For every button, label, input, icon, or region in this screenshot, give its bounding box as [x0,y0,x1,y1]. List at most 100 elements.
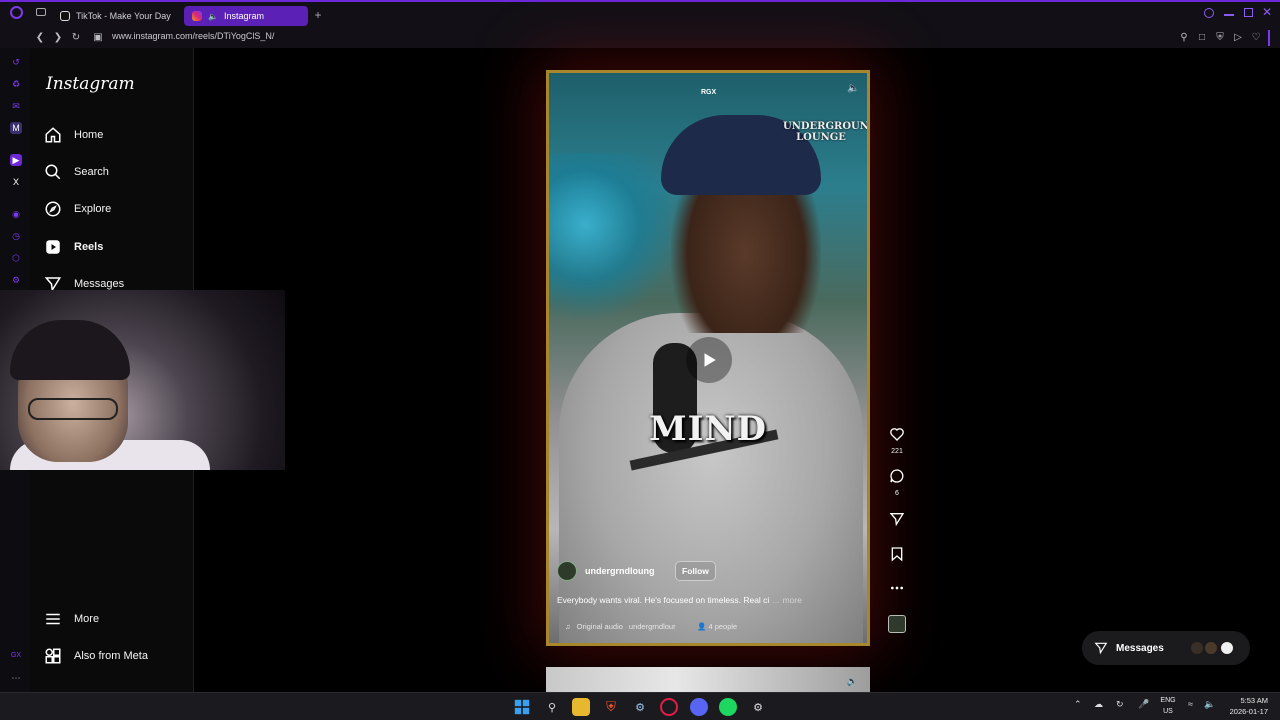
tagged-people[interactable]: 👤 4 people [697,622,737,631]
messages-label: Messages [1116,642,1164,654]
cloud-icon[interactable]: ☁ [1094,699,1103,710]
sidebar-toggle-icon[interactable] [1268,30,1270,46]
meta-grid-icon [45,648,61,664]
clock-icon[interactable]: ◷ [10,230,22,242]
twitch-icon[interactable]: ▶ [10,154,22,166]
history-icon[interactable]: ↺ [10,56,22,68]
forward-icon[interactable]: ❯ [52,32,64,44]
tab-tiktok[interactable]: TikTok - Make Your Day [52,6,180,26]
speaker-icon[interactable]: 🔈 [208,12,218,21]
tab-instagram[interactable]: 🔈 Instagram [184,6,308,26]
audio-label: Original audio [576,622,623,631]
volume-icon[interactable]: 🔈 [847,83,859,95]
audio-link[interactable]: ♫ Original audio undergrndlour [565,622,676,631]
pin-icon[interactable]: ⚲ [1178,32,1190,44]
system-clock[interactable]: 5:53 AM 2026-01-17 [1222,695,1268,717]
nav-explore[interactable]: Explore [44,196,184,222]
steam-icon[interactable]: ⚙ [631,698,649,716]
shield-icon[interactable]: ⛨ [1214,32,1226,44]
shopping-icon[interactable]: ♻ [10,78,22,90]
chevron-up-icon[interactable]: ⌃ [1074,699,1082,710]
music-note-icon: ♫ [565,622,571,631]
discord-icon[interactable] [690,698,708,716]
address-bar: ❮ ❯ ↻ ▣ www.instagram.com/reels/DTiYogCl… [0,28,1280,48]
settings-icon[interactable]: ⚙ [10,274,22,286]
microphone-icon[interactable]: 🎤 [1138,699,1149,710]
channel-logo: UNDERGROUND LOUNGE [783,121,870,143]
nav-label: Search [74,166,109,178]
comment-button[interactable]: 6 [886,468,908,497]
windows-taskbar: ⚲ ⛨ ⚙ ⚙ ⌃ ☁ ↻ 🎤 ENG US ≈ 🔈 5:53 AM 2026-… [0,692,1280,720]
person-icon: 👤 [697,622,707,631]
app-icon[interactable]: ⚙ [749,698,767,716]
nav-reels[interactable]: Reels [44,234,184,260]
volume-icon[interactable]: 🔈 [847,676,858,687]
caption-more-link[interactable]: … more [772,595,802,605]
nav-more[interactable]: More [44,606,184,632]
brave-icon[interactable]: ⛨ [602,698,620,716]
gx-icon[interactable]: GX [10,650,22,662]
nav-home[interactable]: Home [44,122,184,148]
search-tabs-icon[interactable] [1204,8,1214,18]
like-count: 221 [891,448,903,455]
nav-label: More [74,613,100,625]
spotify-icon[interactable] [719,698,737,716]
webcam-glasses [28,398,118,420]
restore-icon[interactable] [1244,8,1253,17]
x-icon[interactable]: X [10,176,22,188]
more-dots-icon[interactable]: ⋯ [10,672,22,684]
language-indicator[interactable]: ENG US [1158,695,1178,717]
reel-caption[interactable]: Everybody wants viral. He's focused on t… [557,595,857,605]
browser-tab-bar: TikTok - Make Your Day 🔈 Instagram + ✕ [0,0,1280,28]
reel-watermark: RGX [701,89,717,96]
background-plant [549,153,669,333]
close-icon[interactable]: ✕ [1262,5,1272,19]
messenger-icon[interactable]: M [10,122,22,134]
file-explorer-icon[interactable] [572,698,590,716]
reels-icon [46,240,60,254]
wifi-icon[interactable]: ≈ [1188,699,1193,709]
comment-count: 6 [895,490,899,497]
minimize-icon[interactable] [1224,14,1234,16]
share-button[interactable] [886,511,908,532]
player-icon[interactable]: ◉ [10,208,22,220]
play-icon[interactable]: ▷ [1232,32,1244,44]
heart-icon[interactable]: ♡ [1250,32,1262,44]
nav-label: Also from Meta [74,650,148,662]
nav-also-from-meta[interactable]: Also from Meta [44,643,184,669]
back-icon[interactable]: ❮ [34,32,46,44]
reload-icon[interactable]: ↻ [70,32,82,44]
like-button[interactable]: 221 [886,426,908,455]
search-icon[interactable]: ⚲ [543,698,561,716]
lock-icon: ▣ [93,32,103,43]
menu-icon [46,613,60,625]
windows-start-icon[interactable] [513,698,531,716]
follow-button[interactable]: Follow [675,561,716,581]
audio-thumbnail[interactable] [888,615,906,633]
chat-icon[interactable]: ✉ [10,100,22,112]
more-horizontal-icon [891,586,903,590]
messages-button[interactable]: Messages [1082,631,1250,665]
cube-icon[interactable]: ⬡ [10,252,22,264]
avatar[interactable] [557,561,577,581]
tab-label: Instagram [223,11,264,21]
author-username[interactable]: undergrndloung [585,566,667,576]
tab-menu-icon[interactable] [36,8,46,16]
save-button[interactable] [886,546,908,567]
avatar [1190,641,1204,655]
opera-logo-icon[interactable] [10,6,23,19]
sync-icon[interactable]: ↻ [1116,699,1124,710]
play-button[interactable] [686,337,732,383]
new-tab-button[interactable]: + [312,9,324,21]
more-options-button[interactable] [886,580,908,601]
reel-video[interactable]: RGX UNDERGROUND LOUNGE 🔈 MIND undergrndl… [546,70,870,646]
instagram-logo[interactable]: Instagram [46,74,135,94]
volume-icon[interactable]: 🔈 [1204,699,1215,710]
reel-overlay-text: MIND [648,409,768,449]
bookmark-icon [891,547,903,562]
nav-search[interactable]: Search [44,159,184,185]
opera-gx-icon[interactable] [660,698,678,716]
snapshot-icon[interactable]: □ [1196,32,1208,44]
next-reel-preview[interactable]: 🔈 [546,667,870,692]
url-field[interactable]: www.instagram.com/reels/DTiYogClS_N/ [112,31,274,41]
